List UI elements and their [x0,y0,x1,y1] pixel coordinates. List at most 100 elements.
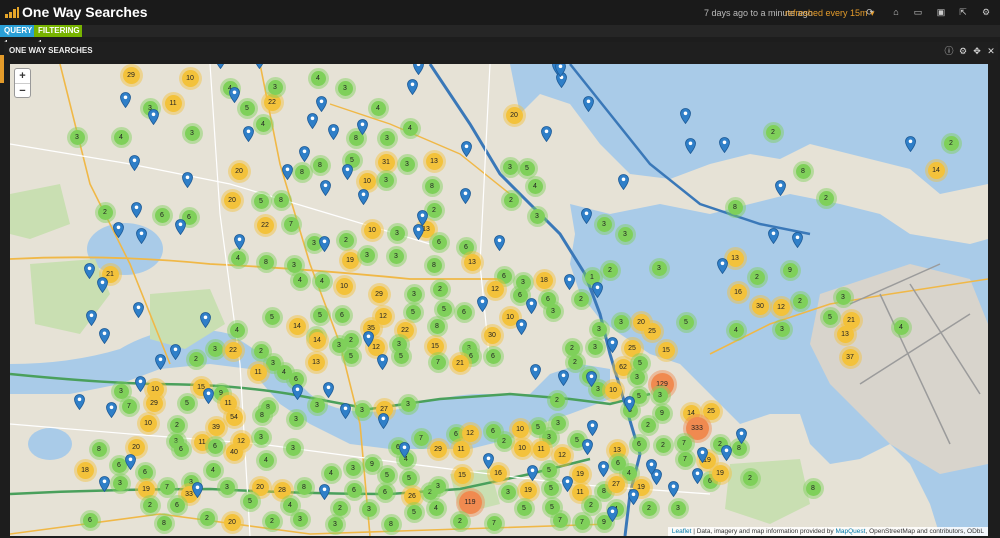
location-pin-icon[interactable] [147,109,159,125]
location-pin-icon[interactable] [482,453,494,469]
location-pin-icon[interactable] [718,137,730,153]
location-pin-icon[interactable] [96,277,108,293]
location-pin-icon[interactable] [696,447,708,463]
location-pin-icon[interactable] [242,126,254,142]
location-pin-icon[interactable] [130,202,142,218]
location-pin-icon[interactable] [623,396,635,412]
location-pin-icon[interactable] [83,263,95,279]
location-pin-icon[interactable] [169,344,181,360]
zoom-out-button[interactable]: − [15,84,30,98]
gear-icon[interactable]: ⚙ [958,46,968,56]
settings-icon[interactable]: ⚙ [980,6,992,18]
location-pin-icon[interactable] [645,459,657,475]
zoom-in-button[interactable]: + [15,69,30,84]
location-pin-icon[interactable] [233,234,245,250]
location-pin-icon[interactable] [341,164,353,180]
location-pin-icon[interactable] [557,370,569,386]
location-pin-icon[interactable] [561,476,573,492]
location-pin-icon[interactable] [563,274,575,290]
location-pin-icon[interactable] [73,394,85,410]
location-pin-icon[interactable] [199,312,211,328]
location-pin-icon[interactable] [181,172,193,188]
location-pin-icon[interactable] [322,382,334,398]
close-icon[interactable]: ✕ [986,46,996,56]
location-pin-icon[interactable] [377,413,389,429]
location-pin-icon[interactable] [791,232,803,248]
export-icon[interactable]: ⇱ [957,6,969,18]
location-pin-icon[interactable] [679,108,691,124]
location-pin-icon[interactable] [585,371,597,387]
location-pin-icon[interactable] [412,224,424,240]
location-pin-icon[interactable] [627,489,639,505]
leaflet-link[interactable]: Leaflet [672,528,692,535]
location-pin-icon[interactable] [617,174,629,190]
location-pin-icon[interactable] [128,155,140,171]
location-pin-icon[interactable] [529,364,541,380]
location-pin-icon[interactable] [606,506,618,522]
location-pin-icon[interactable] [357,189,369,205]
mapquest-link[interactable]: MapQuest [835,528,865,535]
location-pin-icon[interactable] [132,302,144,318]
location-pin-icon[interactable] [134,376,146,392]
location-pin-icon[interactable] [606,337,618,353]
location-pin-icon[interactable] [476,296,488,312]
refresh-interval[interactable]: refreshed every 15m ▾ [785,8,875,19]
location-pin-icon[interactable] [362,331,374,347]
location-pin-icon[interactable] [582,96,594,112]
location-pin-icon[interactable] [306,113,318,129]
location-pin-icon[interactable] [98,476,110,492]
location-pin-icon[interactable] [591,282,603,298]
location-pin-icon[interactable] [191,482,203,498]
location-pin-icon[interactable] [318,236,330,252]
location-pin-icon[interactable] [281,164,293,180]
location-pin-icon[interactable] [98,328,110,344]
location-pin-icon[interactable] [554,64,566,77]
location-pin-icon[interactable] [904,136,916,152]
location-pin-icon[interactable] [597,461,609,477]
location-pin-icon[interactable] [735,428,747,444]
location-pin-icon[interactable] [119,92,131,108]
location-pin-icon[interactable] [298,146,310,162]
location-pin-icon[interactable] [691,468,703,484]
location-pin-icon[interactable] [319,180,331,196]
location-pin-icon[interactable] [85,310,97,326]
location-pin-icon[interactable] [398,442,410,458]
location-pin-icon[interactable] [667,481,679,497]
location-pin-icon[interactable] [767,228,779,244]
location-pin-icon[interactable] [406,79,418,95]
location-pin-icon[interactable] [716,258,728,274]
folder-icon[interactable]: ▭ [912,6,924,18]
location-pin-icon[interactable] [215,64,226,69]
location-pin-icon[interactable] [720,445,732,461]
location-pin-icon[interactable] [580,208,592,224]
location-pin-icon[interactable] [493,235,505,251]
location-pin-icon[interactable] [412,64,424,75]
location-pin-icon[interactable] [327,124,339,140]
location-pin-icon[interactable] [254,64,265,69]
location-pin-icon[interactable] [291,384,303,400]
map-view[interactable]: 29 10 22 4 3 4 3 3 11 5 4 4 3 4 3 4 8 3 20 5 31 20 8 8 3 13 3 5 10 3 8… [10,64,988,536]
dashboard-title[interactable]: One Way Searches [22,4,148,20]
home-icon[interactable]: ⌂ [890,6,902,18]
location-pin-icon[interactable] [525,298,537,314]
filtering-pill[interactable]: FILTERING ⁴ [34,25,82,47]
location-pin-icon[interactable] [515,319,527,335]
location-pin-icon[interactable] [202,388,214,404]
location-pin-icon[interactable] [315,96,327,112]
location-pin-icon[interactable] [339,403,351,419]
location-pin-icon[interactable] [228,87,240,103]
save-icon[interactable]: ▣ [935,6,947,18]
query-pill[interactable]: QUERY ⁴ [0,25,34,47]
location-pin-icon[interactable] [112,222,124,238]
location-pin-icon[interactable] [174,219,186,235]
location-pin-icon[interactable] [154,354,166,370]
refresh-icon[interactable]: ⟳ [864,6,876,18]
location-pin-icon[interactable] [105,402,117,418]
location-pin-icon[interactable] [460,141,472,157]
location-pin-icon[interactable] [684,138,696,154]
location-pin-icon[interactable] [135,228,147,244]
location-pin-icon[interactable] [774,180,786,196]
location-pin-icon[interactable] [526,465,538,481]
location-pin-icon[interactable] [318,484,330,500]
location-pin-icon[interactable] [581,439,593,455]
